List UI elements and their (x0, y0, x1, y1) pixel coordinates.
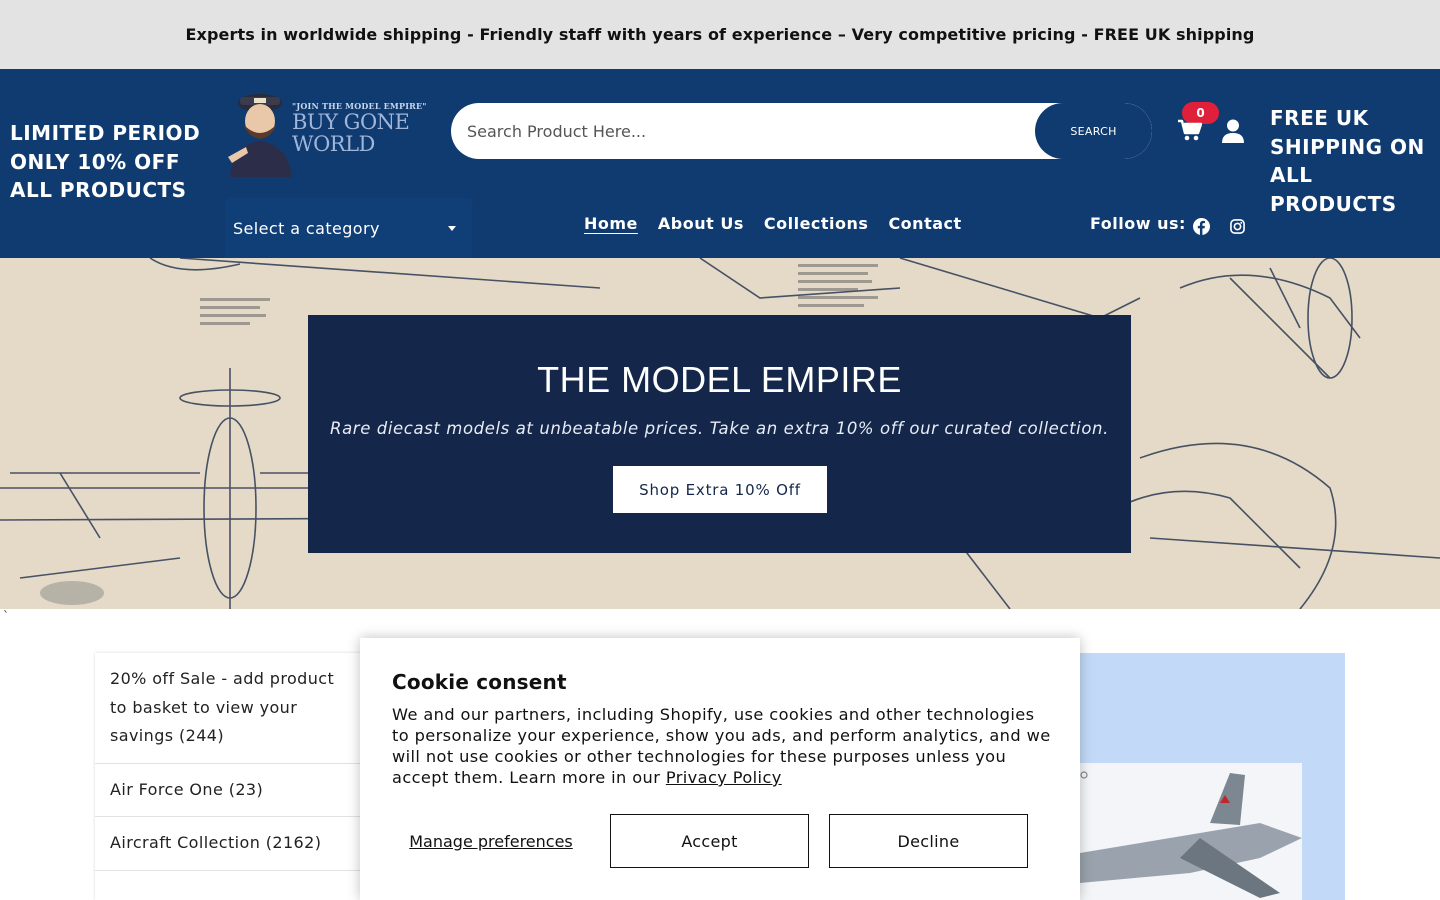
hero-subtitle: Rare diecast models at unbeatable prices… (330, 419, 1109, 438)
sidebar-item-air-force-one[interactable]: Air Force One (23) (95, 764, 365, 817)
stray-mark: ` (3, 609, 9, 623)
manage-preferences-button[interactable]: Manage preferences (392, 814, 590, 868)
jet-model-image (1080, 763, 1302, 900)
sidebar-item-aircraft-collection[interactable]: Aircraft Collection (2162) (95, 817, 365, 871)
nav-about-us[interactable]: About Us (658, 214, 744, 233)
nav-contact[interactable]: Contact (888, 214, 961, 233)
instagram-icon[interactable] (1230, 219, 1245, 234)
featured-product-image (1080, 763, 1302, 900)
promo-right-text: FREE UK SHIPPING ON ALL PRODUCTS (1270, 106, 1425, 216)
logo-line-2: WORLD (292, 132, 375, 156)
main-nav: Home About Us Collections Contact (584, 214, 962, 233)
user-icon[interactable] (1222, 119, 1244, 143)
chevron-down-icon (448, 226, 456, 231)
hero-banner: THE MODEL EMPIRE Rare diecast models at … (0, 258, 1440, 609)
cart-icon[interactable] (1178, 116, 1202, 142)
facebook-icon[interactable] (1193, 218, 1210, 235)
sidebar-item-sale[interactable]: 20% off Sale - add product to basket to … (95, 653, 365, 764)
cookie-consent-dialog: Cookie consent We and our partners, incl… (360, 638, 1080, 900)
search-input[interactable] (451, 103, 1035, 159)
follow-us-label: Follow us: (1090, 214, 1186, 233)
privacy-policy-link[interactable]: Privacy Policy (666, 768, 782, 787)
decline-button[interactable]: Decline (829, 814, 1028, 868)
collection-sidebar: 20% off Sale - add product to basket to … (95, 653, 365, 900)
site-logo[interactable]: "JOIN THE MODEL EMPIRE" BUY GONE WORLD (226, 87, 426, 177)
shop-now-button[interactable]: Shop Extra 10% Off (613, 466, 827, 513)
logo-line-1: BUY GONE (292, 110, 410, 134)
cookie-body: We and our partners, including Shopify, … (392, 704, 1056, 788)
category-select-label: Select a category (233, 218, 380, 238)
announcement-bar: Experts in worldwide shipping - Friendly… (0, 0, 1440, 69)
hero-title: THE MODEL EMPIRE (537, 359, 902, 400)
cookie-title: Cookie consent (392, 670, 567, 694)
featured-promo-panel[interactable] (1080, 653, 1345, 900)
announcement-text: Experts in worldwide shipping - Friendly… (185, 25, 1255, 44)
search-bar: SEARCH (451, 103, 1152, 159)
accept-button[interactable]: Accept (610, 814, 809, 868)
promo-left-text: LIMITED PERIOD ONLY 10% OFF ALL PRODUCTS (10, 121, 201, 202)
logo-figure-icon (228, 94, 292, 177)
nav-collections[interactable]: Collections (764, 214, 869, 233)
nav-home[interactable]: Home (584, 214, 638, 233)
category-select[interactable]: Select a category (225, 198, 472, 258)
hero-content-box: THE MODEL EMPIRE Rare diecast models at … (308, 315, 1131, 553)
search-button[interactable]: SEARCH (1035, 103, 1152, 159)
site-header: LIMITED PERIOD ONLY 10% OFF ALL PRODUCTS… (0, 69, 1440, 258)
